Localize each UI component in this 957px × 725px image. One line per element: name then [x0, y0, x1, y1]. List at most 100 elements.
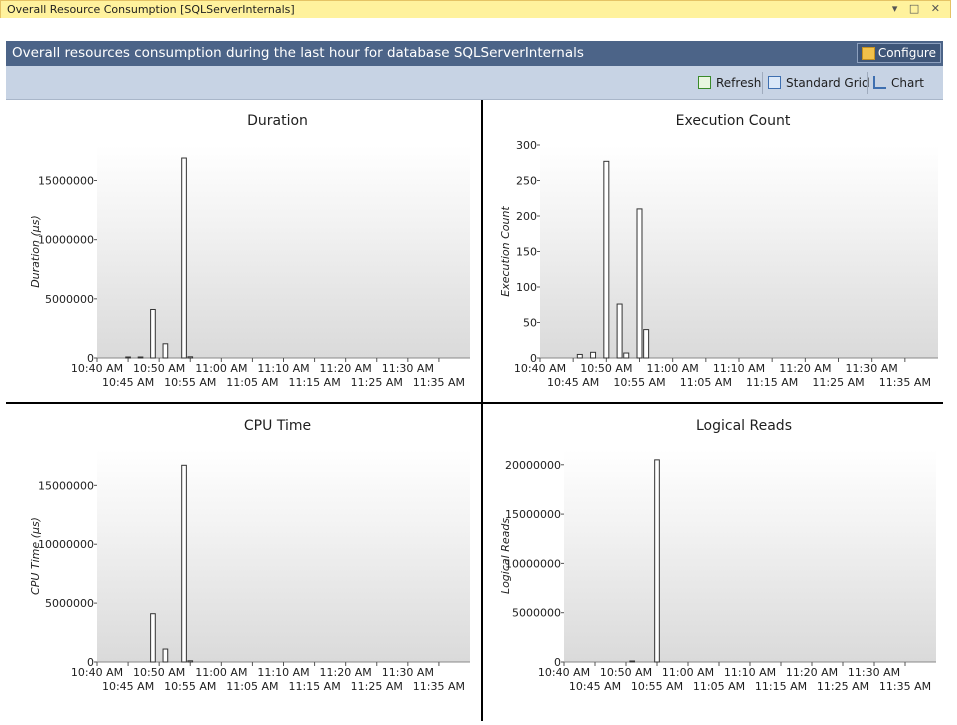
report-toolbar: Refresh Standard Grid Chart [6, 66, 943, 100]
chart-bar [125, 356, 131, 359]
chart-bar [187, 356, 194, 359]
x-tick-label-bottom: 10:55 AM [631, 680, 683, 693]
y-tick-label: 20000000 [505, 459, 561, 472]
x-tick-label-top: 11:20 AM [320, 666, 372, 679]
y-tick-label: 15000000 [38, 479, 94, 492]
x-tick-label-bottom: 10:45 AM [102, 680, 154, 693]
report-banner: Overall resources consumption during the… [6, 41, 943, 66]
x-tick-label-bottom: 10:45 AM [102, 376, 154, 389]
y-tick-label: 150 [516, 246, 537, 259]
x-tick-label-bottom: 11:15 AM [755, 680, 807, 693]
x-tick-label-bottom: 11:05 AM [693, 680, 745, 693]
x-tick-label-top: 11:30 AM [848, 666, 900, 679]
x-tick-label-top: 11:30 AM [382, 362, 434, 375]
chart-label: Chart [891, 76, 924, 90]
toolbar-separator [867, 72, 868, 94]
x-tick-label-bottom: 11:35 AM [879, 680, 931, 693]
window-title-bar: Overall Resource Consumption [SQLServerI… [0, 0, 951, 18]
chart-bar [643, 329, 650, 359]
y-tick-label: 10000000 [38, 538, 94, 551]
standard-grid-button[interactable]: Standard Grid [766, 73, 870, 93]
y-tick-label: 100 [516, 281, 537, 294]
configure-icon [861, 47, 875, 60]
refresh-icon [698, 76, 711, 89]
x-tick-label-bottom: 11:05 AM [680, 376, 732, 389]
y-tick-label: 250 [516, 175, 537, 188]
x-tick-label-top: 11:20 AM [779, 362, 831, 375]
refresh-button[interactable]: Refresh [696, 73, 761, 93]
x-tick-label-bottom: 11:15 AM [288, 680, 340, 693]
window-controls[interactable]: ▾ □ ✕ [892, 2, 944, 15]
report-description: Overall resources consumption during the… [12, 45, 584, 61]
x-tick-label-bottom: 11:05 AM [226, 376, 278, 389]
x-tick-label-bottom: 10:45 AM [547, 376, 599, 389]
x-tick-label-top: 10:40 AM [71, 666, 123, 679]
chart-bar [636, 208, 643, 359]
y-tick-label: 50 [523, 317, 537, 330]
y-tick-label: 5000000 [512, 607, 561, 620]
chart-title: Duration [247, 113, 308, 129]
y-tick-label: 10000000 [38, 234, 94, 247]
chart-bar [576, 353, 583, 359]
x-tick-label-top: 11:10 AM [257, 362, 309, 375]
chart-bar [187, 660, 194, 663]
window-title: Overall Resource Consumption [SQLServerI… [7, 3, 295, 16]
chart-title: Execution Count [676, 113, 791, 129]
refresh-label: Refresh [716, 76, 762, 90]
plot-background [540, 145, 938, 358]
x-tick-label-top: 10:50 AM [133, 362, 185, 375]
y-tick-label: 5000000 [45, 597, 94, 610]
chart-bar [623, 352, 630, 359]
chart-title: Logical Reads [696, 418, 792, 434]
y-axis-label: CPU Time (µs) [29, 517, 42, 595]
x-tick-label-bottom: 11:15 AM [288, 376, 340, 389]
chart-bar [603, 160, 610, 359]
charts-area: Duration Duration (µs) 0 5000000 10000000 150… [6, 100, 943, 721]
y-axis-label: Execution Count [499, 206, 512, 297]
chart-bar [654, 459, 660, 663]
chart-bar [162, 343, 169, 359]
configure-button[interactable]: Configure [856, 43, 941, 63]
chart-button[interactable]: Chart [871, 73, 924, 93]
x-tick-label-bottom: 11:25 AM [812, 376, 864, 389]
y-tick-label: 200 [516, 210, 537, 223]
x-tick-label-bottom: 11:05 AM [226, 680, 278, 693]
y-tick-label: 5000000 [45, 293, 94, 306]
x-tick-label-top: 10:40 AM [71, 362, 123, 375]
x-tick-label-top: 11:30 AM [846, 362, 898, 375]
charts-svg: DurationDuration (µs)0500000010000000150… [6, 100, 943, 721]
x-tick-label-top: 11:20 AM [320, 362, 372, 375]
x-tick-label-bottom: 11:35 AM [413, 680, 465, 693]
plot-background [564, 450, 936, 662]
toolbar-separator [762, 72, 763, 94]
chart-bar [150, 308, 156, 359]
chart-bar [181, 157, 187, 359]
x-tick-label-top: 10:50 AM [580, 362, 632, 375]
chart-panel-1: DurationDuration (µs)0500000010000000150… [29, 113, 470, 389]
chart-title: CPU Time [244, 418, 311, 434]
chart-bar [137, 356, 144, 359]
x-tick-label-top: 10:50 AM [133, 666, 185, 679]
x-tick-label-bottom: 11:15 AM [746, 376, 798, 389]
y-tick-label: 10000000 [505, 557, 561, 570]
standard-grid-label: Standard Grid [786, 76, 870, 90]
chart-bar [181, 464, 187, 663]
y-tick-label: 15000000 [38, 175, 94, 188]
chart-bar [150, 613, 156, 663]
y-axis-label: Duration (µs) [29, 215, 42, 288]
x-tick-label-top: 11:10 AM [724, 666, 776, 679]
chart-panel-2: Execution CountExecution Count0501001502… [499, 113, 938, 389]
configure-label: Configure [877, 46, 936, 60]
chart-panel-4: Logical ReadsLogical Reads05000000100000… [499, 418, 936, 693]
x-tick-label-top: 11:00 AM [662, 666, 714, 679]
x-tick-label-bottom: 11:25 AM [351, 376, 403, 389]
y-axis-label: Logical Reads [499, 518, 512, 594]
x-tick-label-bottom: 11:25 AM [351, 680, 403, 693]
x-tick-label-bottom: 11:35 AM [879, 376, 931, 389]
x-tick-label-top: 11:00 AM [195, 362, 247, 375]
x-tick-label-top: 10:40 AM [514, 362, 566, 375]
x-tick-label-top: 11:00 AM [647, 362, 699, 375]
x-tick-label-top: 11:10 AM [257, 666, 309, 679]
chart-bar [162, 648, 169, 663]
x-tick-label-top: 11:20 AM [786, 666, 838, 679]
